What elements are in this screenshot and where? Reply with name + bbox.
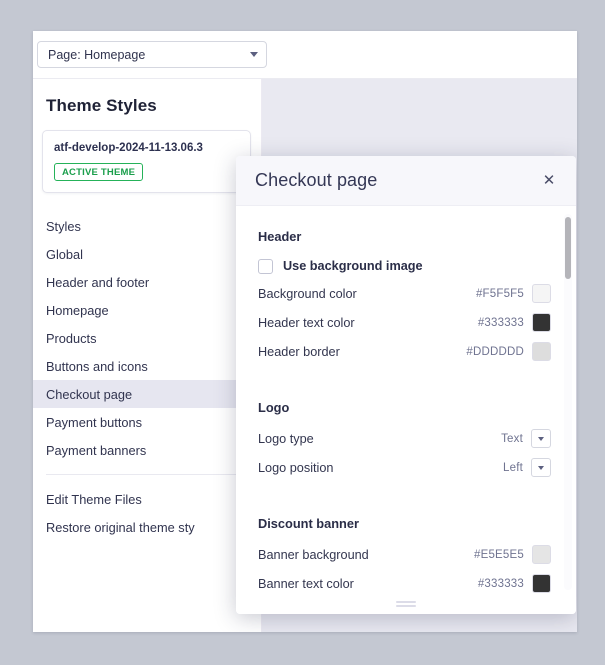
field-label: Background color <box>258 287 476 301</box>
checkout-page-modal: Checkout page ✕ Header Use background im… <box>236 156 576 614</box>
sidebar-item-header-and-footer[interactable]: Header and footer <box>33 268 261 296</box>
app-window: Page: Homepage Theme Styles atf-develop-… <box>33 31 577 632</box>
color-swatch[interactable] <box>532 574 551 593</box>
modal-footer <box>236 596 576 614</box>
logo-position-select[interactable] <box>531 458 551 477</box>
field-label: Header text color <box>258 316 478 330</box>
field-value: Left <box>503 462 523 474</box>
use-background-image-label: Use background image <box>283 259 423 273</box>
spacer <box>258 482 551 516</box>
sidebar-item-label: Global <box>46 247 83 262</box>
modal-header: Checkout page ✕ <box>236 156 576 206</box>
sidebar-item-products[interactable]: Products <box>33 324 261 352</box>
modal-scrollbar[interactable] <box>564 214 572 590</box>
sidebar-item-label: Buttons and icons <box>46 359 148 374</box>
sidebar-item-payment-buttons[interactable]: Payment buttons <box>33 408 261 436</box>
sidebar-item-label: Products <box>46 331 97 346</box>
sidebar-nav: Styles Global Header and footer Homepage… <box>33 212 261 541</box>
logo-type-select[interactable] <box>531 429 551 448</box>
sidebar-item-styles[interactable]: Styles <box>33 212 261 240</box>
close-icon[interactable]: ✕ <box>538 170 560 192</box>
status-badge: ACTIVE THEME <box>54 163 143 181</box>
sidebar-item-restore-original-theme-styles[interactable]: Restore original theme sty <box>33 513 261 541</box>
section-title-header: Header <box>258 229 551 244</box>
color-swatch[interactable] <box>532 284 551 303</box>
color-swatch[interactable] <box>532 342 551 361</box>
sidebar-item-label: Edit Theme Files <box>46 492 142 507</box>
field-value: #F5F5F5 <box>476 288 524 300</box>
section-title-logo: Logo <box>258 400 551 415</box>
modal-body: Header Use background image Background c… <box>236 206 576 596</box>
field-label: Banner background <box>258 548 474 562</box>
use-background-image-checkbox[interactable] <box>258 259 273 274</box>
field-label: Logo position <box>258 461 503 475</box>
sidebar-item-label: Checkout page <box>46 387 132 402</box>
chevron-down-icon <box>538 437 544 441</box>
modal-scrollbar-thumb[interactable] <box>565 217 571 279</box>
chevron-down-icon <box>538 466 544 470</box>
sidebar-item-edit-theme-files[interactable]: Edit Theme Files <box>33 485 261 513</box>
field-label: Header border <box>258 345 466 359</box>
field-header-text-color: Header text color #333333 <box>258 308 551 337</box>
field-value: Text <box>501 433 523 445</box>
active-theme-card[interactable]: atf-develop-2024-11-13.06.3 ACTIVE THEME <box>42 130 251 193</box>
field-value: #DDDDDD <box>466 346 524 358</box>
sidebar-divider <box>46 474 249 475</box>
spacer <box>258 366 551 400</box>
field-label: Logo type <box>258 432 501 446</box>
page-title: Theme Styles <box>46 96 261 116</box>
section-title-discount-banner: Discount banner <box>258 516 551 531</box>
sidebar-item-payment-banners[interactable]: Payment banners <box>33 436 261 464</box>
field-value: #333333 <box>478 317 524 329</box>
sidebar-item-label: Restore original theme sty <box>46 520 195 535</box>
theme-styles-sidebar: Theme Styles atf-develop-2024-11-13.06.3… <box>33 79 262 632</box>
field-header-border: Header border #DDDDDD <box>258 337 551 366</box>
theme-name: atf-develop-2024-11-13.06.3 <box>54 142 240 154</box>
field-background-color: Background color #F5F5F5 <box>258 279 551 308</box>
app-topbar: Page: Homepage <box>33 31 577 79</box>
field-banner-background: Banner background #E5E5E5 <box>258 540 551 569</box>
field-banner-text-color: Banner text color #333333 <box>258 569 551 596</box>
page-selector[interactable]: Page: Homepage <box>37 41 267 68</box>
modal-title: Checkout page <box>255 170 538 191</box>
sidebar-item-buttons-and-icons[interactable]: Buttons and icons <box>33 352 261 380</box>
use-background-image-row[interactable]: Use background image <box>258 253 551 279</box>
field-value: #333333 <box>478 578 524 590</box>
resize-grip-icon[interactable] <box>396 601 416 609</box>
field-logo-position: Logo position Left <box>258 453 551 482</box>
sidebar-item-checkout-page[interactable]: Checkout page <box>33 380 261 408</box>
sidebar-item-label: Homepage <box>46 303 109 318</box>
color-swatch[interactable] <box>532 313 551 332</box>
color-swatch[interactable] <box>532 545 551 564</box>
field-value: #E5E5E5 <box>474 549 524 561</box>
sidebar-item-label: Payment buttons <box>46 415 142 430</box>
field-logo-type: Logo type Text <box>258 424 551 453</box>
sidebar-item-global[interactable]: Global <box>33 240 261 268</box>
chevron-down-icon <box>250 52 258 57</box>
sidebar-item-homepage[interactable]: Homepage <box>33 296 261 324</box>
page-selector-value: Page: Homepage <box>48 48 250 62</box>
field-label: Banner text color <box>258 577 478 591</box>
sidebar-item-label: Payment banners <box>46 443 146 458</box>
sidebar-item-label: Header and footer <box>46 275 149 290</box>
sidebar-item-label: Styles <box>46 219 81 234</box>
